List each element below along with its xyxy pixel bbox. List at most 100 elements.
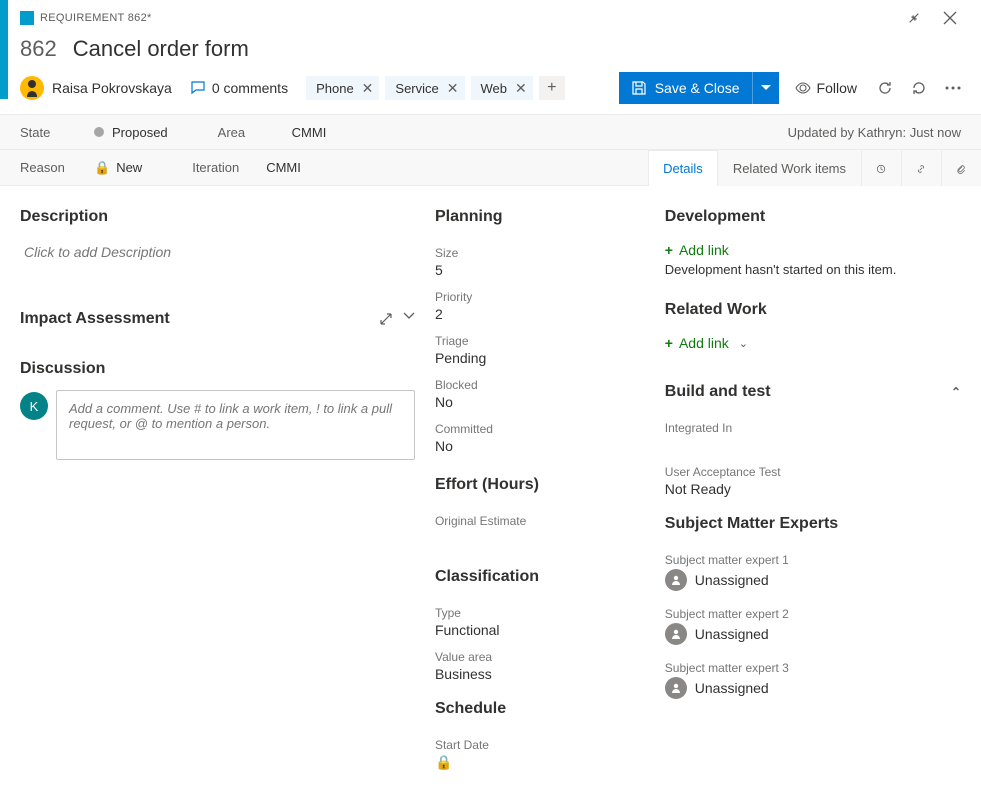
integrated-in-label: Integrated In <box>665 421 961 435</box>
add-dev-link-button[interactable]: +Add link <box>665 242 961 258</box>
description-heading: Description <box>20 208 415 226</box>
accent-bar <box>0 0 8 99</box>
size-value[interactable]: 5 <box>435 262 645 278</box>
tag-remove-icon[interactable]: ✕ <box>447 81 459 95</box>
iteration-label: Iteration <box>192 160 252 175</box>
add-related-link-button[interactable]: +Add link⌄ <box>665 335 961 351</box>
start-date-label: Start Date <box>435 738 645 752</box>
comment-icon <box>190 80 206 96</box>
plus-icon: + <box>665 242 673 258</box>
unassigned-avatar-icon <box>665 623 687 645</box>
uat-value[interactable]: Not Ready <box>665 481 961 497</box>
tag-web[interactable]: Web✕ <box>471 76 533 100</box>
tab-attachments-icon[interactable] <box>941 150 981 186</box>
current-user-avatar: K <box>20 392 48 420</box>
add-tag-button[interactable]: + <box>539 76 565 100</box>
comments-label: 0 comments <box>212 80 288 96</box>
original-estimate-label: Original Estimate <box>435 514 645 528</box>
start-date-value[interactable]: 🔒 <box>435 754 645 771</box>
sme1-picker[interactable]: Unassigned <box>665 569 961 591</box>
work-item-title[interactable]: Cancel order form <box>73 36 249 62</box>
committed-label: Committed <box>435 422 645 436</box>
committed-value[interactable]: No <box>435 438 645 454</box>
tag-service[interactable]: Service✕ <box>385 76 464 100</box>
triage-label: Triage <box>435 334 645 348</box>
sme2-label: Subject matter expert 2 <box>665 607 961 621</box>
expand-icon[interactable] <box>379 312 393 326</box>
state-label: State <box>20 125 80 140</box>
triage-value[interactable]: Pending <box>435 350 645 366</box>
value-area-label: Value area <box>435 650 645 664</box>
updated-text: Updated by Kathryn: Just now <box>788 125 961 140</box>
unassigned-avatar-icon <box>665 569 687 591</box>
chevron-down-icon[interactable] <box>403 312 415 326</box>
lock-icon: 🔒 <box>435 754 452 770</box>
development-status-text: Development hasn't started on this item. <box>665 262 961 277</box>
assignee-name: Raisa Pokrovskaya <box>52 80 172 96</box>
size-label: Size <box>435 246 645 260</box>
original-estimate-value[interactable] <box>435 530 645 546</box>
breadcrumb: REQUIREMENT 862* <box>40 12 152 24</box>
sme3-picker[interactable]: Unassigned <box>665 677 961 699</box>
build-test-heading: Build and test <box>665 383 771 401</box>
uat-label: User Acceptance Test <box>665 465 961 479</box>
refresh-icon[interactable] <box>873 76 897 100</box>
tag-phone[interactable]: Phone✕ <box>306 76 379 100</box>
priority-label: Priority <box>435 290 645 304</box>
tags-container: Phone✕ Service✕ Web✕ + <box>306 76 565 100</box>
sme2-picker[interactable]: Unassigned <box>665 623 961 645</box>
classification-heading: Classification <box>435 568 645 586</box>
collapse-icon[interactable]: ⌃ <box>951 385 961 399</box>
requirement-type-icon <box>20 11 34 25</box>
discussion-heading: Discussion <box>20 360 415 378</box>
save-icon <box>631 80 647 96</box>
plus-icon: + <box>665 335 673 351</box>
type-label: Type <box>435 606 645 620</box>
integrated-in-value[interactable] <box>665 437 961 453</box>
follow-button[interactable]: Follow <box>789 80 863 96</box>
tag-remove-icon[interactable]: ✕ <box>515 81 527 95</box>
tab-history-icon[interactable] <box>861 150 901 186</box>
sme-heading: Subject Matter Experts <box>665 515 961 533</box>
avatar <box>20 76 44 100</box>
state-value[interactable]: Proposed <box>94 125 168 140</box>
sme1-label: Subject matter expert 1 <box>665 553 961 567</box>
sme3-label: Subject matter expert 3 <box>665 661 961 675</box>
save-dropdown-button[interactable] <box>752 72 779 104</box>
type-value[interactable]: Functional <box>435 622 645 638</box>
development-heading: Development <box>665 208 961 226</box>
iteration-value[interactable]: CMMI <box>266 160 301 175</box>
tab-links-icon[interactable] <box>901 150 941 186</box>
save-close-button[interactable]: Save & Close <box>619 72 779 104</box>
restore-window-icon[interactable] <box>903 7 925 29</box>
tab-details[interactable]: Details <box>648 150 718 186</box>
reason-value[interactable]: 🔒New <box>94 160 142 176</box>
lock-icon: 🔒 <box>94 160 110 175</box>
tab-related-work-items[interactable]: Related Work items <box>718 150 861 186</box>
comments-button[interactable]: 0 comments <box>190 80 288 96</box>
effort-heading: Effort (Hours) <box>435 476 645 494</box>
impact-heading: Impact Assessment <box>20 310 170 328</box>
planning-heading: Planning <box>435 208 645 226</box>
priority-value[interactable]: 2 <box>435 306 645 322</box>
schedule-heading: Schedule <box>435 700 645 718</box>
state-dot-icon <box>94 127 104 137</box>
work-item-id: 862 <box>20 36 57 62</box>
reason-label: Reason <box>20 160 80 175</box>
discussion-input[interactable]: Add a comment. Use # to link a work item… <box>56 390 415 460</box>
area-value[interactable]: CMMI <box>292 125 327 140</box>
related-work-heading: Related Work <box>665 301 961 319</box>
value-area-value[interactable]: Business <box>435 666 645 682</box>
blocked-value[interactable]: No <box>435 394 645 410</box>
undo-icon[interactable] <box>907 76 931 100</box>
more-actions-icon[interactable] <box>941 82 965 94</box>
description-input[interactable]: Click to add Description <box>20 238 415 280</box>
close-icon[interactable] <box>939 7 961 29</box>
tag-remove-icon[interactable]: ✕ <box>362 81 374 95</box>
area-label: Area <box>218 125 278 140</box>
blocked-label: Blocked <box>435 378 645 392</box>
eye-icon <box>795 80 811 96</box>
chevron-down-icon: ⌄ <box>739 337 748 350</box>
assignee-picker[interactable]: Raisa Pokrovskaya <box>20 76 172 100</box>
unassigned-avatar-icon <box>665 677 687 699</box>
